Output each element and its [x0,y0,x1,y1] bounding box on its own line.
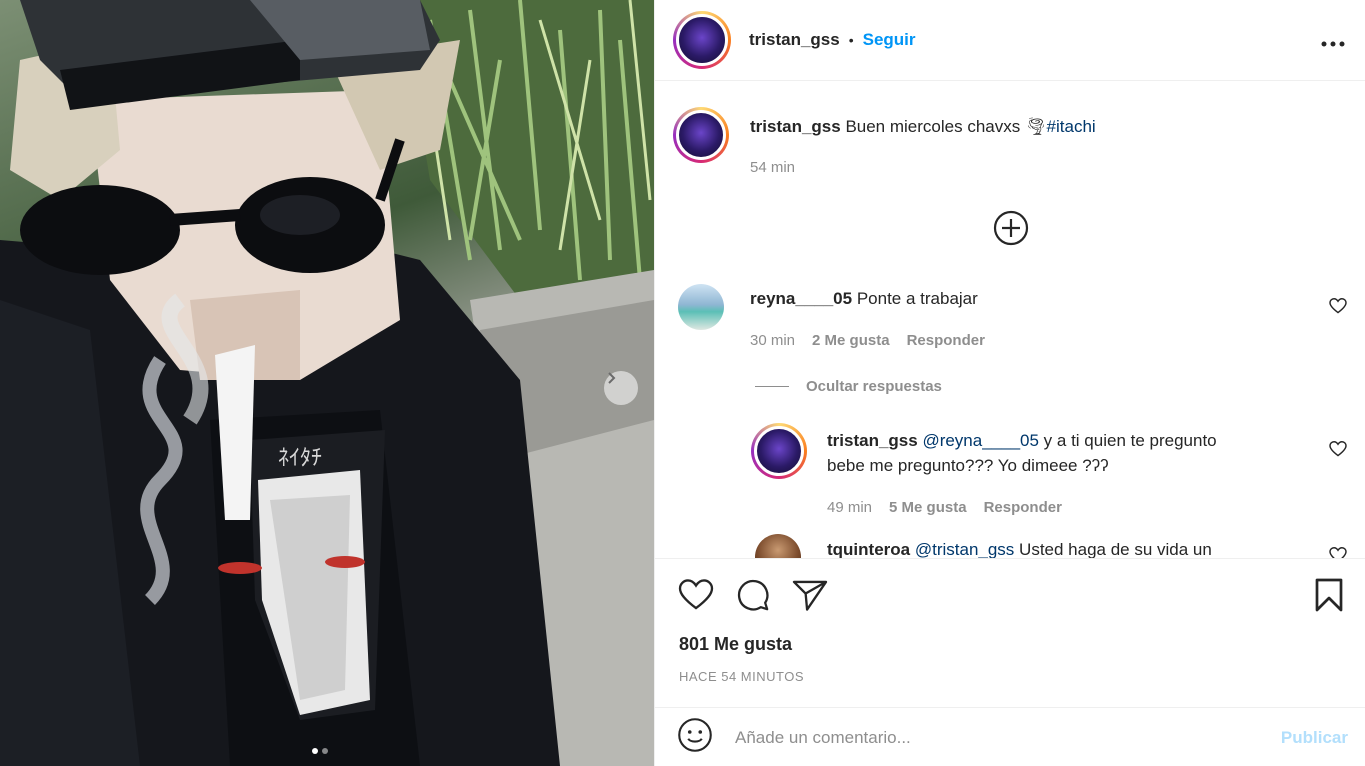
carousel-dot-2 [322,748,328,754]
post-header: tristan_gss • Seguir [655,0,1365,81]
author-username[interactable]: tristan_gss [749,30,840,50]
reply-mention[interactable]: @tristan_gss [915,540,1014,558]
comment-likes[interactable]: 2 Me gusta [812,332,890,349]
reply-likes[interactable]: 5 Me gusta [889,499,967,516]
bookmark-icon [1315,578,1343,612]
comment-body: Ponte a trabajar [856,289,978,308]
carousel-indicator [312,748,328,754]
caption-body: Buen miercoles chavxs 🌪 [845,117,1047,136]
commenter-avatar[interactable] [678,284,724,330]
comment-text: reyna____05 Ponte a trabajar [750,286,978,330]
reply-text: tquinteroa @tristan_gss Usted haga de su… [827,537,1212,558]
caption-text: tristan_gss Buen miercoles chavxs 🌪#itac… [750,114,1096,163]
comment-input[interactable] [735,727,1281,748]
add-comment-bar: Publicar [655,707,1365,766]
reply-body-line1: y a ti quien te pregunto [1038,431,1217,450]
hide-replies-label[interactable]: Ocultar respuestas [806,378,942,395]
comment-button[interactable] [735,578,771,617]
post-timestamp: HACE 54 MINUTOS [679,669,805,684]
hide-replies-line [755,386,789,387]
comment-item: reyna____05 Ponte a trabajar [678,284,978,330]
carousel-dot-1 [312,748,318,754]
reply-author[interactable]: tquinteroa [827,540,910,558]
reply-time: 49 min [827,499,873,516]
chevron-right-icon [608,372,616,384]
comment-reply-button[interactable]: Responder [907,332,985,349]
header-separator: • [848,32,854,48]
reply-reply-button[interactable]: Responder [984,499,1062,516]
caption-hashtag[interactable]: #itachi [1047,117,1096,136]
reply-mention[interactable]: @reyna____05 [922,431,1039,450]
reply-text: tristan_gss @reyna____05 y a ti quien te… [827,428,1217,479]
publish-button[interactable]: Publicar [1281,728,1348,748]
load-more-comments-button[interactable] [993,210,1029,251]
heart-icon [678,579,714,610]
carousel-next-button[interactable] [604,371,638,405]
follow-button[interactable]: Seguir [863,30,916,50]
emoji-button[interactable] [677,717,713,758]
caption-author[interactable]: tristan_gss [750,117,841,136]
post-actions: 801 Me gusta HACE 54 MINUTOS Publicar [655,558,1365,752]
comment-author[interactable]: reyna____05 [750,289,852,308]
likes-count[interactable]: 801 Me gusta [679,634,792,655]
reply-like-button[interactable] [1329,546,1347,558]
reply-body-line2: bebe me pregunto??? Yo dimeee ?ʔʔ [827,456,1109,475]
comment-like-button[interactable] [1329,297,1347,319]
hide-replies-button[interactable]: Ocultar respuestas [755,378,942,395]
heart-icon [1329,440,1347,457]
like-button[interactable] [678,579,714,616]
author-avatar[interactable] [673,11,731,69]
send-icon [792,580,828,611]
comment-icon [737,579,769,611]
plus-circle-icon [993,210,1029,246]
caption-avatar[interactable] [673,107,729,163]
caption-meta: 54 min [750,159,795,176]
reply-item: tquinteroa @tristan_gss Usted haga de su… [755,534,1212,558]
caption: tristan_gss Buen miercoles chavxs 🌪#itac… [673,107,1096,163]
reply-avatar[interactable] [755,534,801,558]
heart-icon [1329,546,1347,558]
reply-avatar[interactable] [751,423,807,479]
comment-meta: 30 min 2 Me gusta Responder [750,332,985,349]
more-options-icon[interactable] [1321,27,1345,53]
post-photo[interactable]: ﾈｲﾀﾁ [0,0,654,766]
svg-text:ﾈｲﾀﾁ: ﾈｲﾀﾁ [278,446,322,471]
share-button[interactable] [792,579,828,616]
comments-section[interactable]: tristan_gss Buen miercoles chavxs 🌪#itac… [655,82,1365,558]
comment-time: 30 min [750,332,796,349]
smiley-icon [678,718,712,752]
reply-meta: 49 min 5 Me gusta Responder [827,499,1062,516]
heart-icon [1329,297,1347,314]
reply-like-button[interactable] [1329,440,1347,462]
post-panel: tristan_gss • Seguir tristan_gss Buen mi… [654,0,1365,766]
save-button[interactable] [1313,577,1345,618]
caption-time: 54 min [750,159,796,176]
reply-item: tristan_gss @reyna____05 y a ti quien te… [751,423,1217,479]
reply-author[interactable]: tristan_gss [827,431,918,450]
photo-illustration: ﾈｲﾀﾁ [0,0,654,766]
reply-body: Usted haga de su vida un [1014,540,1212,558]
